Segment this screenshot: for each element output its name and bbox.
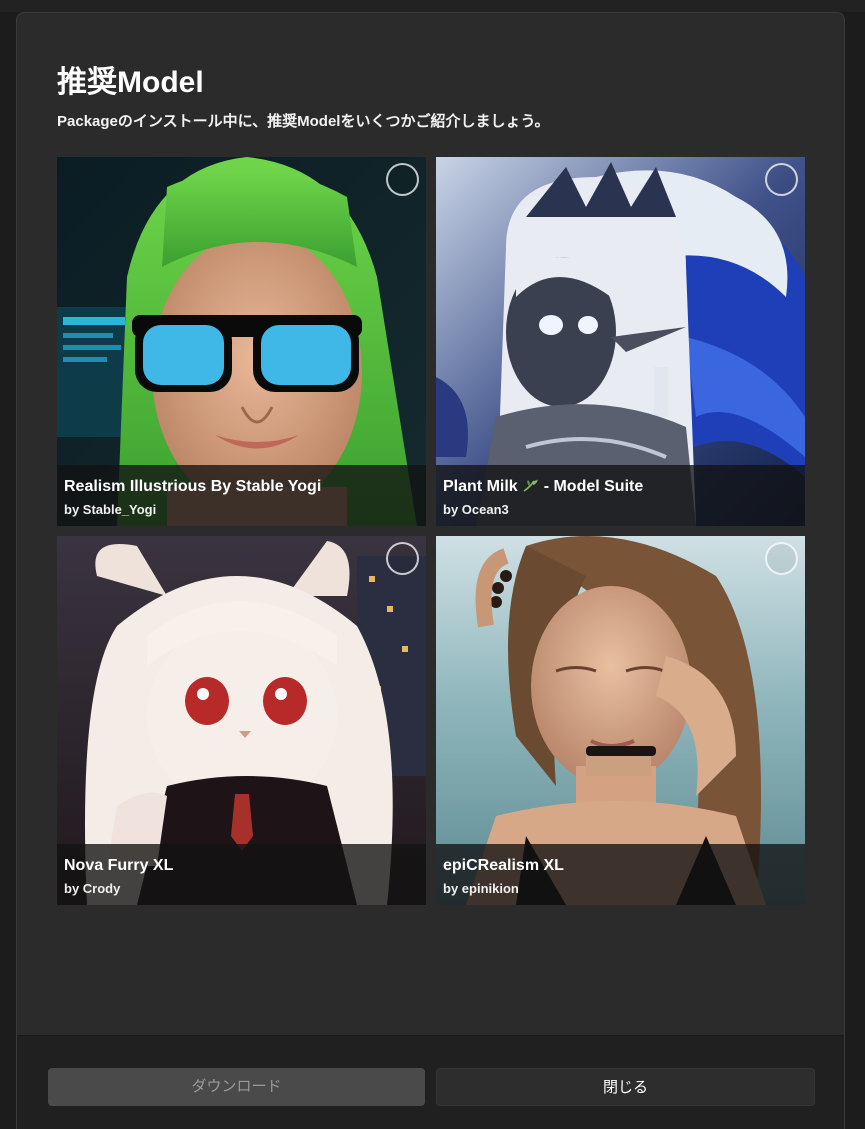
model-title: Plant Milk - Model Suite: [443, 478, 643, 496]
model-title: Nova Furry XL: [64, 857, 174, 874]
model-caption: Plant Milk - Model Suite by Ocean3: [436, 465, 805, 526]
select-toggle[interactable]: [386, 542, 419, 575]
model-caption: epiCRealism XL by epinikion: [436, 844, 805, 905]
model-card-realism-illustrious[interactable]: Realism Illustrious By Stable Yogi by St…: [57, 157, 426, 526]
model-card-nova-furry-xl[interactable]: Nova Furry XL by Crody: [57, 536, 426, 905]
select-toggle[interactable]: [386, 163, 419, 196]
model-author: by Ocean3: [443, 502, 509, 517]
model-caption: Nova Furry XL by Crody: [57, 844, 426, 905]
model-title-suffix: - Model Suite: [543, 478, 644, 495]
leaf-icon: [523, 479, 538, 492]
dialog-footer: ダウンロード 閉じる: [17, 1035, 844, 1129]
model-title-text: Plant Milk: [443, 478, 518, 495]
model-card-plant-milk[interactable]: Plant Milk - Model Suite by Ocean3: [436, 157, 805, 526]
dialog-title: 推奨Model: [57, 66, 204, 99]
select-toggle[interactable]: [765, 542, 798, 575]
model-author: by Crody: [64, 881, 121, 896]
model-author: by Stable_Yogi: [64, 502, 157, 517]
dialog-subtitle: Packageのインストール中に、推奨Modelをいくつかご紹介しましょう。: [57, 113, 550, 130]
model-author: by epinikion: [443, 881, 519, 896]
download-button[interactable]: ダウンロード: [48, 1068, 425, 1106]
recommended-models-dialog: 推奨Model Packageのインストール中に、推奨Modelをいくつかご紹介…: [16, 12, 845, 1129]
model-title: Realism Illustrious By Stable Yogi: [64, 478, 322, 495]
app-backdrop-strip: [0, 0, 865, 12]
select-toggle[interactable]: [765, 163, 798, 196]
model-grid: Realism Illustrious By Stable Yogi by St…: [57, 157, 805, 905]
model-card-epicrealism-xl[interactable]: epiCRealism XL by epinikion: [436, 536, 805, 905]
close-button[interactable]: 閉じる: [436, 1068, 815, 1106]
model-caption: Realism Illustrious By Stable Yogi by St…: [57, 465, 426, 526]
model-title: epiCRealism XL: [443, 857, 564, 874]
